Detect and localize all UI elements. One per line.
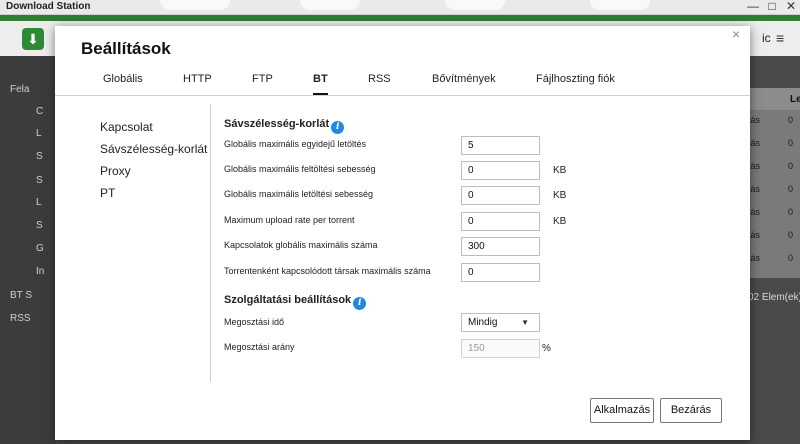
tab-extensions[interactable]: Bővítmények — [432, 70, 496, 96]
sidebar: Fela C L S S L S G In BT S RSS — [0, 56, 56, 444]
section-title-service: Szolgáltatási beállítások i — [224, 294, 367, 310]
tab-filehosting-account[interactable]: Fájlhoszting fiók — [536, 70, 615, 96]
minimize-button[interactable]: — — [745, 0, 761, 14]
max-download-rate-input[interactable] — [461, 186, 540, 205]
percent-unit: % — [542, 343, 551, 354]
unit-label: KB — [553, 190, 567, 201]
sidebar-item[interactable]: S — [36, 175, 43, 186]
max-peers-per-torrent-input[interactable] — [461, 263, 540, 282]
sidebar-item[interactable]: S — [36, 220, 43, 231]
dialog-title: Beállítások — [81, 39, 171, 58]
share-time-select[interactable]: Mindig ▼ — [461, 313, 540, 332]
toolbar-partial-text: ic — [762, 31, 771, 45]
table-header: Le — [748, 88, 800, 110]
sidebar-item[interactable]: BT S — [10, 290, 32, 301]
tab-http[interactable]: HTTP — [183, 70, 212, 96]
close-icon[interactable]: × — [732, 26, 740, 42]
sidebar-item[interactable]: G — [36, 243, 44, 254]
sidebar-item[interactable]: In — [36, 266, 44, 277]
nav-divider — [210, 104, 211, 382]
download-arrow-icon[interactable]: ⬇ — [22, 28, 44, 50]
maximize-button[interactable]: □ — [764, 0, 780, 14]
label-max-peers-per-torrent: Torrentenként kapcsolódott társak maximá… — [224, 266, 431, 276]
nav-item-connection[interactable]: Kapcsolat — [100, 120, 153, 134]
label-share-time: Megosztási idő — [224, 317, 285, 327]
nav-item-pt[interactable]: PT — [100, 186, 115, 200]
tab-ftp[interactable]: FTP — [252, 70, 273, 96]
label-share-ratio: Megosztási arány — [224, 342, 295, 352]
unit-label: KB — [553, 165, 567, 176]
titlebar-decoration — [160, 0, 230, 10]
upload-rate-per-torrent-input[interactable] — [461, 212, 540, 231]
menu-icon[interactable]: ≡ — [776, 30, 784, 46]
tab-bar: Globális HTTP FTP BT RSS Bővítmények Fáj… — [55, 70, 750, 96]
settings-dialog: Beállítások × Globális HTTP FTP BT RSS B… — [55, 26, 750, 440]
titlebar-decoration — [445, 0, 505, 10]
tab-global[interactable]: Globális — [103, 70, 143, 96]
info-icon[interactable]: i — [331, 121, 345, 134]
max-concurrent-downloads-input[interactable] — [461, 136, 540, 155]
tab-divider — [55, 95, 750, 96]
label-upload-rate-per-torrent: Maximum upload rate per torrent — [224, 215, 355, 225]
sidebar-item[interactable]: L — [36, 197, 42, 208]
item-count: 02 Elem(ek) — [748, 292, 800, 303]
close-button[interactable]: Bezárás — [660, 398, 722, 423]
label-max-upload-rate: Globális maximális feltöltési sebesség — [224, 164, 376, 174]
max-upload-rate-input[interactable] — [461, 161, 540, 180]
titlebar-decoration — [300, 0, 360, 10]
chevron-down-icon: ▼ — [521, 318, 529, 327]
max-connections-input[interactable] — [461, 237, 540, 256]
background-table: Le tás 0 tás 0 tás 0 tás 0 tás 0 tás 0 tás 0 — [748, 88, 800, 278]
apply-button[interactable]: Alkalmazás — [590, 398, 654, 423]
sidebar-item[interactable]: C — [36, 106, 43, 117]
nav-item-proxy[interactable]: Proxy — [100, 164, 131, 178]
sidebar-item[interactable]: RSS — [10, 313, 31, 324]
window-titlebar: Download Station — □ ✕ — [0, 0, 800, 15]
label-max-concurrent-downloads: Globális maximális egyidejű letöltés — [224, 139, 367, 149]
window-close-button[interactable]: ✕ — [783, 0, 799, 14]
info-icon[interactable]: i — [353, 297, 367, 310]
section-title-bandwidth: Sávszélesség-korlát i — [224, 118, 345, 134]
label-max-connections: Kapcsolatok globális maximális száma — [224, 240, 378, 250]
sidebar-item[interactable]: Fela — [10, 84, 29, 95]
share-ratio-input — [461, 339, 540, 358]
tab-bt[interactable]: BT — [313, 70, 328, 96]
unit-label: KB — [553, 216, 567, 227]
tab-rss[interactable]: RSS — [368, 70, 391, 96]
nav-item-bandwidth[interactable]: Sávszélesség-korlát — [100, 142, 207, 156]
sidebar-item[interactable]: S — [36, 151, 43, 162]
sidebar-item[interactable]: L — [36, 128, 42, 139]
titlebar-decoration — [590, 0, 650, 10]
window-title: Download Station — [6, 1, 91, 12]
label-max-download-rate: Globális maximális letöltési sebesség — [224, 189, 374, 199]
